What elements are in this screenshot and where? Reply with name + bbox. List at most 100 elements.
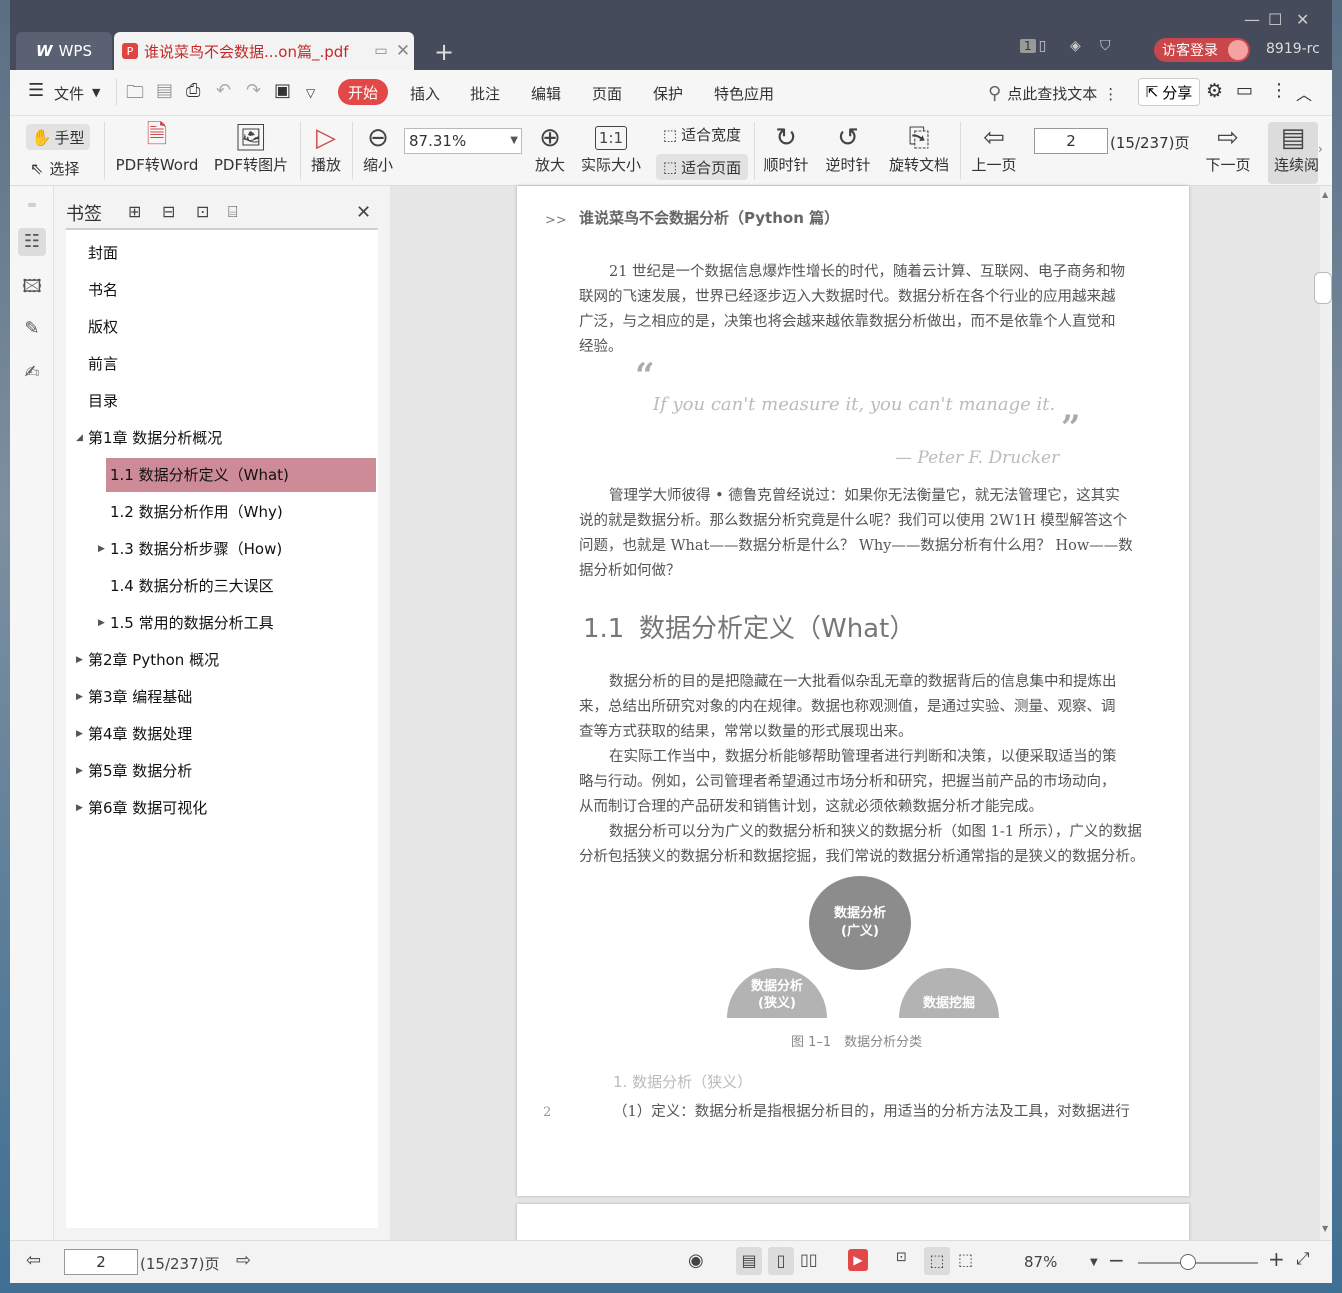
pdf-to-image-button[interactable]: 🖼 PDF转图片 xyxy=(210,122,292,175)
export-image-icon[interactable]: ▣ xyxy=(274,80,291,101)
fullscreen-icon[interactable]: ⤢ xyxy=(1296,1249,1310,1269)
pin-tab-icon[interactable]: ▭ xyxy=(370,43,392,59)
bookmark-item[interactable]: ▶ 第6章 数据可视化 xyxy=(76,791,207,825)
select-tool-button[interactable]: ⇖ 选择 xyxy=(30,158,79,179)
document-viewport[interactable]: >> 谁说菜鸟不会数据分析（Python 篇） 21 世纪是一个数据信息爆炸性增… xyxy=(390,186,1320,1264)
bookmark-item[interactable]: 封面 xyxy=(88,236,118,270)
page-number-input[interactable]: 2 xyxy=(1034,128,1108,154)
collapsed-triangle-icon[interactable]: ▶ xyxy=(76,754,83,788)
bookmark-item[interactable]: ▶ 第2章 Python 概况 xyxy=(76,643,219,677)
bookmark-panel-icon[interactable]: ☷ xyxy=(18,228,46,256)
zoom-slider-track[interactable] xyxy=(1138,1262,1258,1264)
sync-icon[interactable]: ◈ xyxy=(1070,38,1081,54)
collapse-all-icon[interactable]: ⊟ xyxy=(162,202,175,221)
status-actual-size-icon[interactable]: ⊡ xyxy=(896,1250,907,1265)
bookmark-item[interactable]: 书名 xyxy=(88,273,118,307)
tab-protect[interactable]: 保护 xyxy=(653,83,683,104)
expand-all-icon[interactable]: ⊞ xyxy=(128,202,141,221)
scroll-down-icon[interactable]: ▼ xyxy=(1322,1224,1328,1233)
collapsed-triangle-icon[interactable]: ▶ xyxy=(76,717,83,751)
tab-insert[interactable]: 插入 xyxy=(410,83,440,104)
collapsed-triangle-icon[interactable]: ▶ xyxy=(98,532,105,566)
more-options-icon[interactable]: ⋮ xyxy=(1270,80,1288,101)
zoom-out-button[interactable]: ⊖ 缩小 xyxy=(358,122,398,175)
previous-page-button[interactable]: ⇦ 上一页 xyxy=(968,122,1020,175)
expanded-triangle-icon[interactable]: ◢ xyxy=(76,421,83,455)
hand-tool-button[interactable]: ✋ 手型 xyxy=(26,124,90,150)
maximize-icon[interactable]: ☐ xyxy=(1268,10,1282,29)
hamburger-menu-icon[interactable]: ☰ xyxy=(28,80,44,101)
bookmark-item[interactable]: ◢ 第1章 数据分析概况 xyxy=(76,421,222,455)
rotate-counterclockwise-button[interactable]: ↺ 逆时针 xyxy=(822,122,874,175)
status-play-icon[interactable]: ▶ xyxy=(848,1249,868,1271)
status-fit-width-icon[interactable]: ⬚ xyxy=(958,1250,973,1269)
file-menu-chevron-down-icon[interactable]: ▼ xyxy=(92,86,100,99)
eye-protection-icon[interactable]: ◉ xyxy=(688,1250,704,1271)
ribbon-scroll-right-icon[interactable]: › xyxy=(1318,142,1323,156)
bookmark-item[interactable]: ▶ 第4章 数据处理 xyxy=(76,717,192,751)
bookmark-item[interactable]: ▶ 1.3 数据分析步骤（How) xyxy=(98,532,282,566)
add-bookmark-icon[interactable]: ⊡ xyxy=(196,202,209,221)
bookmark-item[interactable]: ▶ 1.5 常用的数据分析工具 xyxy=(98,606,274,640)
file-menu[interactable]: 文件 xyxy=(54,83,84,104)
bookmark-item[interactable]: 1.2 数据分析作用（Why) xyxy=(110,495,283,529)
rotate-document-button[interactable]: ⎘ 旋转文档 xyxy=(886,122,952,175)
bookmark-item[interactable]: 1.4 数据分析的三大误区 xyxy=(110,569,274,603)
bookmark-item[interactable]: ▶ 第5章 数据分析 xyxy=(76,754,192,788)
double-page-view-icon[interactable]: ▯▯ xyxy=(800,1250,818,1269)
status-zoom-value[interactable]: 87% xyxy=(1024,1253,1057,1271)
rotate-clockwise-button[interactable]: ↻ 顺时针 xyxy=(760,122,812,175)
status-fit-page-icon[interactable]: ⬚ xyxy=(924,1247,950,1275)
status-prev-page-icon[interactable]: ⇦ xyxy=(26,1250,41,1271)
settings-gear-icon[interactable]: ⚙ xyxy=(1206,80,1223,102)
play-button[interactable]: ▷ 播放 xyxy=(306,122,346,175)
save-icon[interactable]: ▤ xyxy=(156,80,173,101)
vertical-scrollbar[interactable]: ▲ ▼ xyxy=(1314,186,1332,1240)
open-folder-icon[interactable]: 🗀 xyxy=(126,80,144,110)
status-zoom-out-icon[interactable]: − xyxy=(1108,1248,1125,1272)
bookmark-item[interactable]: ▶ 第3章 编程基础 xyxy=(76,680,192,714)
signature-panel-icon[interactable]: ✍ xyxy=(20,362,44,386)
zoom-slider-handle[interactable] xyxy=(1180,1254,1196,1270)
fit-page-button[interactable]: ⬚ 适合页面 xyxy=(656,154,748,180)
bookmark-item[interactable]: 目录 xyxy=(88,384,118,418)
continuous-view-icon[interactable]: ▤ xyxy=(736,1247,762,1275)
tab-page[interactable]: 页面 xyxy=(592,83,622,104)
status-zoom-chevron-down-icon[interactable]: ▼ xyxy=(1090,1257,1098,1268)
search-options-icon[interactable]: ⋮ xyxy=(1103,85,1118,103)
continuous-reading-button[interactable]: ▤ 连续阅 xyxy=(1268,122,1318,184)
share-button[interactable]: ⇱ 分享 xyxy=(1138,78,1200,106)
window-count-badge[interactable]: 1 ▯ xyxy=(1020,38,1046,54)
print-icon[interactable]: ⎙ xyxy=(186,80,200,101)
bookmark-item[interactable]: 前言 xyxy=(88,347,118,381)
scrollbar-thumb[interactable] xyxy=(1314,272,1332,304)
bookmark-item-selected[interactable]: 1.1 数据分析定义（What) xyxy=(106,458,376,492)
scroll-up-icon[interactable]: ▲ xyxy=(1322,190,1328,199)
next-page-button[interactable]: ⇨ 下一页 xyxy=(1202,122,1254,175)
skin-icon[interactable]: ⛉ xyxy=(1100,38,1111,54)
tab-home[interactable]: 开始 xyxy=(338,79,388,105)
collapse-ribbon-icon[interactable]: ︿ xyxy=(1296,81,1312,105)
single-page-view-icon[interactable]: ▯ xyxy=(768,1247,794,1275)
zoom-in-button[interactable]: ⊕ 放大 xyxy=(530,122,570,175)
zoom-select[interactable]: 87.31% ▼ xyxy=(404,128,522,154)
close-window-icon[interactable]: ✕ xyxy=(1296,10,1309,29)
close-pane-icon[interactable]: ✕ xyxy=(356,202,371,223)
document-tab[interactable]: P 谁说菜鸟不会数据...on篇_.pdf ▭ ✕ xyxy=(114,32,414,70)
close-tab-icon[interactable]: ✕ xyxy=(392,41,414,61)
status-next-page-icon[interactable]: ⇨ xyxy=(236,1250,251,1271)
tab-edit[interactable]: 编辑 xyxy=(531,83,561,104)
tab-special-apps[interactable]: 特色应用 xyxy=(714,83,774,104)
bookmark-settings-icon[interactable]: ⌸ xyxy=(228,202,238,222)
collapsed-triangle-icon[interactable]: ▶ xyxy=(76,680,83,714)
thumbnail-panel-icon[interactable]: 🖾 xyxy=(20,274,44,298)
new-tab-icon[interactable]: + xyxy=(434,38,454,66)
annotation-panel-icon[interactable]: ✎ xyxy=(20,318,44,342)
status-zoom-in-icon[interactable]: + xyxy=(1268,1247,1285,1271)
wps-home-tab[interactable]: W WPS xyxy=(16,32,112,70)
fit-width-button[interactable]: ⬚ 适合宽度 xyxy=(656,124,748,145)
collapsed-triangle-icon[interactable]: ▶ xyxy=(76,643,83,677)
search-text-box[interactable]: ⚲ 点此查找文本 ⋮ xyxy=(988,83,1118,104)
comment-icon[interactable]: ▭ xyxy=(1236,80,1253,101)
collapsed-triangle-icon[interactable]: ▶ xyxy=(98,606,105,640)
